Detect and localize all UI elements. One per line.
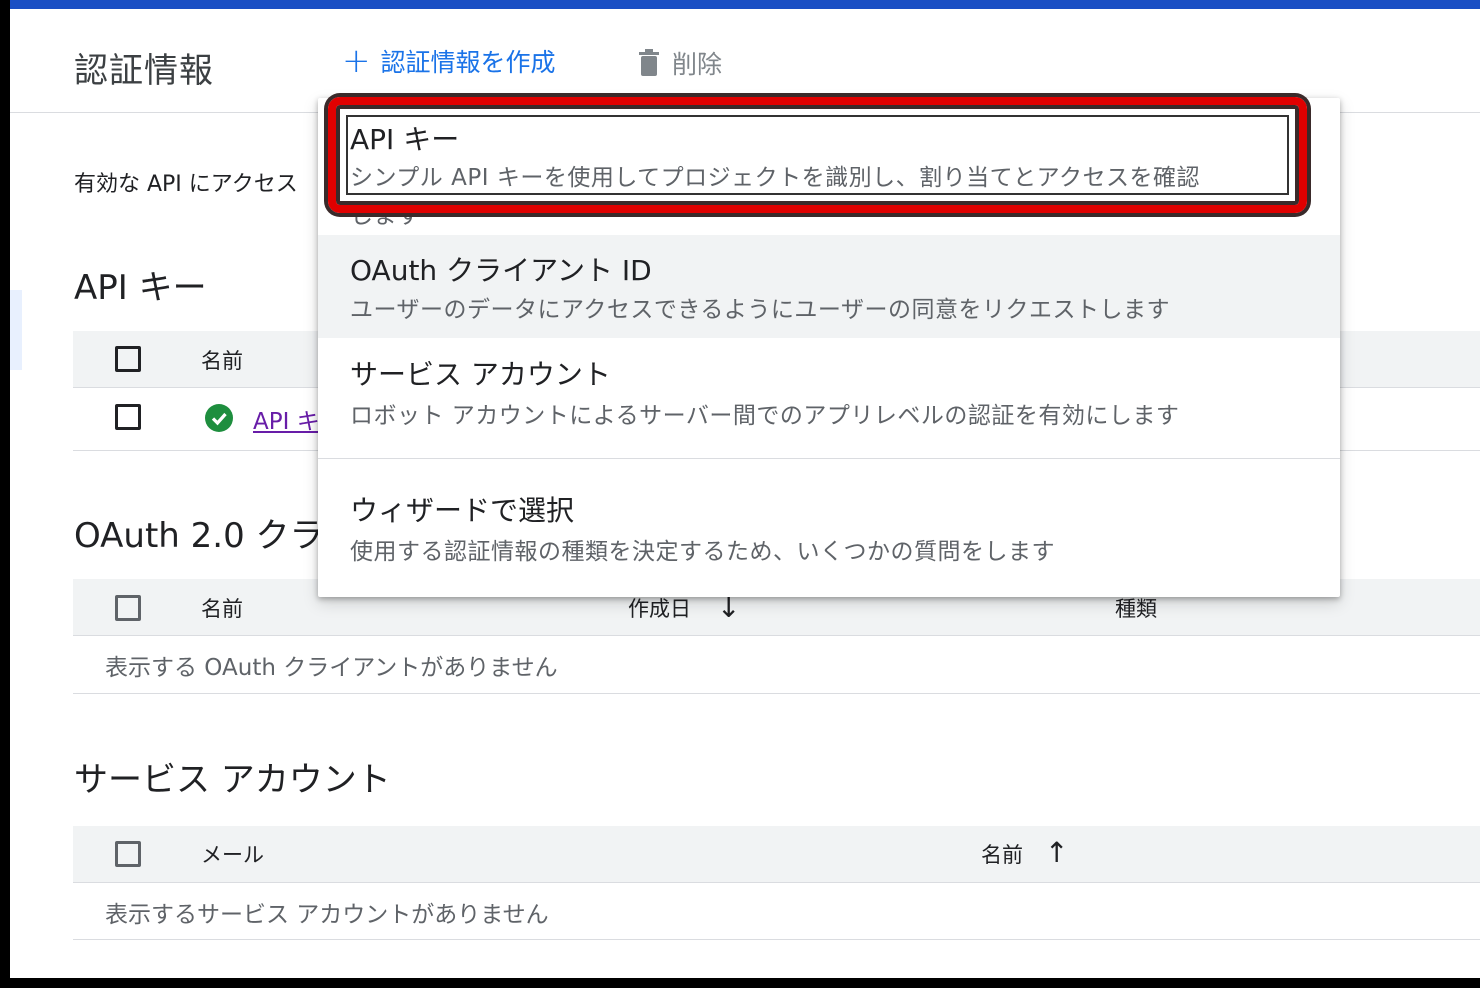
highlight-inner-border bbox=[346, 115, 1289, 195]
column-name[interactable]: 名前 bbox=[981, 839, 1023, 869]
side-nav-highlight bbox=[10, 290, 22, 370]
menu-item-title: ウィザードで選択 bbox=[350, 494, 575, 527]
oauth-empty-message: 表示する OAuth クライアントがありません bbox=[105, 655, 558, 681]
page-description: 有効な API にアクセス bbox=[74, 172, 298, 197]
select-all-api-keys-checkbox[interactable] bbox=[115, 346, 141, 372]
menu-item-service-account[interactable]: サービス アカウント ロボット アカウントによるサーバー間でのアプリレベルの認証… bbox=[318, 338, 1340, 458]
page-title: 認証情報 bbox=[74, 51, 214, 91]
select-all-oauth-checkbox[interactable] bbox=[115, 595, 141, 621]
arrow-up-icon: ↑ bbox=[1045, 836, 1069, 869]
select-all-service-accounts-checkbox[interactable] bbox=[115, 841, 141, 867]
column-created[interactable]: 作成日 bbox=[628, 593, 691, 623]
service-accounts-empty-message: 表示するサービス アカウントがありません bbox=[105, 902, 549, 928]
delete-button[interactable]: 削除 bbox=[638, 45, 722, 81]
service-accounts-table-header: メール 名前 ↑ bbox=[73, 826, 1480, 883]
menu-item-oauth-client-id[interactable]: OAuth クライアント ID ユーザーのデータにアクセスできるようにユーザーの… bbox=[318, 235, 1340, 338]
row-checkbox[interactable] bbox=[115, 404, 141, 430]
highlight-annotation bbox=[328, 97, 1307, 213]
menu-item-wizard[interactable]: ウィザードで選択 使用する認証情報の種類を決定するため、いくつかの質問をします bbox=[318, 459, 1340, 597]
check-circle-icon bbox=[205, 404, 233, 432]
menu-item-subtitle: ユーザーのデータにアクセスできるようにユーザーの同意をリクエストします bbox=[350, 297, 1170, 323]
column-email: メール bbox=[201, 843, 264, 867]
menu-item-title: OAuth クライアント ID bbox=[350, 254, 652, 287]
plus-icon: + bbox=[342, 41, 371, 81]
column-name: 名前 bbox=[201, 597, 243, 621]
api-key-link[interactable]: API キ bbox=[253, 402, 320, 436]
service-accounts-empty-row: 表示するサービス アカウントがありません bbox=[73, 883, 1480, 940]
top-accent-bar bbox=[10, 0, 1480, 9]
service-accounts-title: サービス アカウント bbox=[74, 760, 391, 800]
menu-item-subtitle: 使用する認証情報の種類を決定するため、いくつかの質問をします bbox=[350, 539, 1055, 565]
create-credentials-button[interactable]: + 認証情報を作成 bbox=[342, 43, 556, 79]
create-credentials-label: 認証情報を作成 bbox=[380, 48, 556, 77]
oauth-title: OAuth 2.0 クラ bbox=[74, 516, 324, 556]
column-name: 名前 bbox=[201, 349, 243, 373]
column-type: 種類 bbox=[1115, 597, 1157, 621]
app-frame: 認証情報 + 認証情報を作成 削除 有効な API にアクセス API キー 名… bbox=[10, 0, 1480, 978]
menu-item-title: サービス アカウント bbox=[350, 358, 611, 391]
delete-label: 削除 bbox=[672, 50, 723, 79]
api-keys-title: API キー bbox=[74, 268, 207, 308]
trash-icon bbox=[639, 49, 659, 76]
menu-item-subtitle: ロボット アカウントによるサーバー間でのアプリレベルの認証を有効にします bbox=[350, 403, 1180, 429]
oauth-empty-row: 表示する OAuth クライアントがありません bbox=[73, 636, 1480, 694]
